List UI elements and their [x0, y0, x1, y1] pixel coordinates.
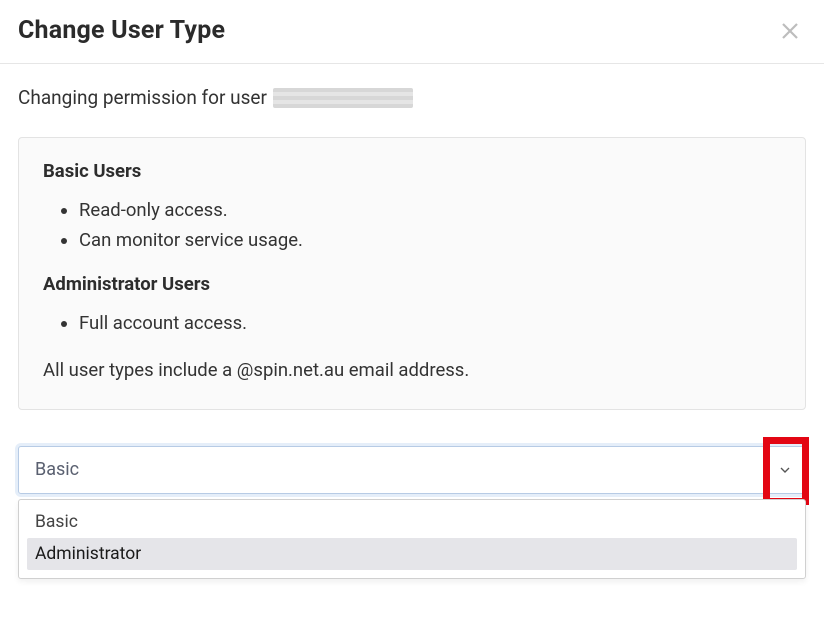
changing-prefix-text: Changing permission for user	[18, 86, 267, 109]
modal-title: Change User Type	[18, 16, 225, 45]
admin-users-heading: Administrator Users	[43, 273, 781, 295]
basic-users-list: Read-only access. Can monitor service us…	[79, 196, 781, 255]
dropdown-option-administrator[interactable]: Administrator	[27, 538, 797, 570]
user-type-dropdown-area: Basic Basic Administrator	[0, 446, 824, 494]
info-note: All user types include a @spin.net.au em…	[43, 357, 781, 385]
tutorial-highlight-box	[763, 437, 809, 505]
changing-permission-line: Changing permission for user	[18, 86, 806, 109]
list-item: Read-only access.	[79, 196, 781, 226]
close-button[interactable]	[776, 17, 804, 45]
list-item: Can monitor service usage.	[79, 226, 781, 256]
modal-header: Change User Type	[0, 0, 824, 64]
info-panel: Basic Users Read-only access. Can monito…	[18, 137, 806, 410]
dropdown-listbox: Basic Administrator	[18, 499, 806, 579]
basic-users-heading: Basic Users	[43, 160, 781, 182]
redacted-username	[273, 88, 413, 108]
selected-value: Basic	[35, 459, 79, 480]
admin-users-list: Full account access.	[79, 309, 781, 339]
list-item: Full account access.	[79, 309, 781, 339]
user-type-select[interactable]: Basic	[18, 446, 806, 494]
dropdown-option-basic[interactable]: Basic	[27, 506, 797, 538]
modal-body: Changing permission for user Basic Users…	[0, 64, 824, 410]
close-icon	[778, 19, 802, 43]
